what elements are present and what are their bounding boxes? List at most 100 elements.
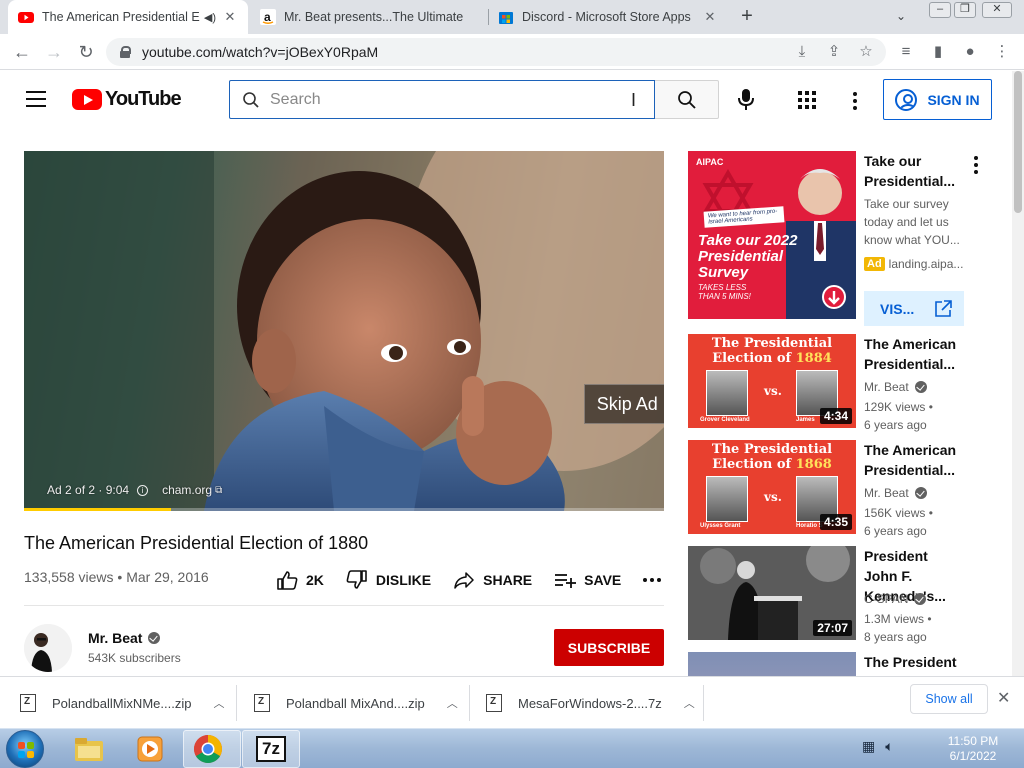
new-tab-icon[interactable]: + <box>736 6 758 28</box>
settings-more-icon[interactable] <box>853 92 857 113</box>
related-video[interactable]: The President <box>688 652 988 676</box>
ad-title[interactable]: Take our Presidential... <box>864 151 964 191</box>
view-count: 1.3M views • <box>864 612 932 626</box>
menu-icon[interactable] <box>26 91 46 107</box>
system-tray: ▦ 🔈︎ <box>862 738 894 755</box>
channel-avatar-image <box>24 624 72 672</box>
scrollbar-thumb[interactable] <box>1014 71 1022 213</box>
video-player[interactable]: Skip Ad ▶| Ad 2 of 2 · 9:04 i cham.org ⧉ <box>24 151 664 511</box>
chevron-up-icon[interactable]: ︿ <box>684 695 695 711</box>
search-icon <box>243 91 259 108</box>
skip-ad-label: Skip Ad <box>596 393 658 414</box>
tab-discord-store[interactable]: Discord - Microsoft Store Apps ✕ <box>488 0 728 34</box>
video-title[interactable]: The President <box>864 652 964 672</box>
related-video[interactable]: 27:07 President John F. Kennedy's... C-S… <box>688 546 988 644</box>
close-tab-icon[interactable]: ✕ <box>702 9 718 25</box>
taskbar-7zip[interactable]: 7z <box>242 730 300 768</box>
apps-icon[interactable] <box>798 91 816 109</box>
taskbar-chrome[interactable] <box>183 730 241 768</box>
search-button[interactable] <box>655 80 719 119</box>
download-item[interactable]: PolandballMixNMe....zip ︿ <box>20 677 224 729</box>
related-video[interactable]: The Presidential Election of 1884 vs. Gro… <box>688 334 988 432</box>
tab-title: Discord - Microsoft Store Apps <box>522 10 691 24</box>
install-icon[interactable]: ⤓ <box>792 42 812 62</box>
chevron-down-icon[interactable]: ⌄ <box>896 9 906 23</box>
youtube-logo[interactable]: YouTube <box>72 88 182 111</box>
reload-icon[interactable]: ↻ <box>74 40 98 64</box>
taskbar-explorer[interactable] <box>60 730 118 768</box>
video-channel: Mr. Beat <box>864 486 927 500</box>
more-actions-icon[interactable] <box>643 578 662 582</box>
show-all-downloads-button[interactable]: Show all <box>910 684 988 714</box>
channel-name-text[interactable]: Mr. Beat <box>88 630 142 646</box>
tab-amazon[interactable]: a Mr. Beat presents...The Ultimate <box>250 0 488 34</box>
video-title[interactable]: The American Presidential... <box>864 440 964 480</box>
taskbar-clock[interactable]: 11:50 PM 6/1/2022 <box>930 734 1016 764</box>
zip-file-icon <box>486 694 502 712</box>
playlist-add-icon <box>555 574 577 588</box>
chevron-up-icon[interactable]: ︿ <box>447 695 458 711</box>
ad-progress-bar[interactable] <box>24 508 664 511</box>
dislike-button[interactable]: DISLIKE <box>346 570 431 590</box>
ad-more-icon[interactable] <box>974 156 978 177</box>
address-bar[interactable]: youtube.com/watch?v=jOBexY0RpaM <box>106 38 886 66</box>
ad-domain-link[interactable]: cham.org <box>162 483 212 497</box>
video-age: 6 years ago <box>864 524 927 538</box>
video-thumbnail[interactable] <box>688 652 856 676</box>
info-icon[interactable]: i <box>137 484 149 496</box>
download-item[interactable]: MesaForWindows-2....7z ︿ <box>486 677 695 729</box>
side-panel-icon[interactable]: ▮ <box>928 42 948 62</box>
thumb-heading: The Presidential Election of 1868 <box>688 442 856 472</box>
download-item[interactable]: Polandball MixAnd....zip ︿ <box>254 677 458 729</box>
share-button[interactable]: SHARE <box>453 571 532 589</box>
search-box[interactable]: I <box>229 80 655 119</box>
url-text[interactable]: youtube.com/watch?v=jOBexY0RpaM <box>142 44 378 60</box>
page-scrollbar[interactable] <box>1012 71 1024 676</box>
chrome-menu-icon[interactable]: ⋮ <box>992 42 1012 62</box>
skip-ad-button[interactable]: Skip Ad ▶| <box>584 384 664 424</box>
back-icon[interactable]: ← <box>10 40 34 64</box>
close-window-icon[interactable]: ✕ <box>982 2 1012 18</box>
video-thumbnail[interactable]: 27:07 <box>688 546 856 640</box>
amazon-icon: a <box>260 9 276 25</box>
youtube-logo-icon <box>72 89 102 110</box>
chevron-up-icon[interactable]: ︿ <box>213 695 224 711</box>
visit-site-button[interactable]: VIS... <box>864 291 964 326</box>
video-channel: C-SPAN <box>864 592 927 606</box>
subscribe-button[interactable]: SUBSCRIBE <box>554 629 664 666</box>
share-icon[interactable]: ⇪ <box>824 42 844 62</box>
video-thumbnail[interactable]: The Presidential Election of 1868 vs. Uly… <box>688 440 856 534</box>
volume-icon[interactable]: 🔈︎ <box>885 738 893 755</box>
ad-thumbnail[interactable]: AIPAC We want to hear from pro-Israel Am… <box>688 151 856 319</box>
video-thumbnail[interactable]: The Presidential Election of 1884 vs. Gro… <box>688 334 856 428</box>
save-button[interactable]: SAVE <box>554 572 621 588</box>
minimize-icon[interactable]: – <box>929 2 951 18</box>
video-title[interactable]: The American Presidential... <box>864 334 964 374</box>
media-player-icon <box>137 736 163 762</box>
bookmark-star-icon[interactable]: ☆ <box>856 42 876 62</box>
search-input[interactable] <box>270 90 654 109</box>
lock-icon[interactable] <box>120 46 131 58</box>
media-control-icon[interactable]: ≡ <box>896 42 916 62</box>
close-downloads-icon[interactable]: ✕ <box>997 688 1010 708</box>
like-button[interactable]: 2K <box>276 570 324 590</box>
tab-youtube[interactable]: The American Presidential El ◀) ✕ <box>8 0 248 34</box>
maximize-icon[interactable]: ❐ <box>954 2 976 18</box>
taskbar-media-player[interactable] <box>121 730 179 768</box>
thumb-left-name: Ulysses Grant <box>700 523 741 529</box>
forward-icon[interactable]: → <box>42 40 66 64</box>
dislike-label: DISLIKE <box>375 572 432 588</box>
profile-icon[interactable]: ● <box>960 42 980 62</box>
start-button[interactable] <box>6 730 44 768</box>
sign-in-button[interactable]: SIGN IN <box>883 79 992 120</box>
video-age: 6 years ago <box>864 418 927 432</box>
related-video[interactable]: The Presidential Election of 1868 vs. Uly… <box>688 440 988 538</box>
network-icon[interactable]: ▦ <box>862 738 875 755</box>
video-title: The American Presidential Election of 18… <box>24 533 369 553</box>
tab-strip: The American Presidential El ◀) ✕ a Mr. … <box>0 0 1024 34</box>
channel-avatar[interactable] <box>24 624 72 672</box>
close-tab-icon[interactable]: ✕ <box>222 9 238 25</box>
speaker-icon[interactable]: ◀) <box>204 11 216 24</box>
channel-name[interactable]: Mr. Beat <box>88 630 161 646</box>
microphone-icon[interactable] <box>736 88 756 112</box>
